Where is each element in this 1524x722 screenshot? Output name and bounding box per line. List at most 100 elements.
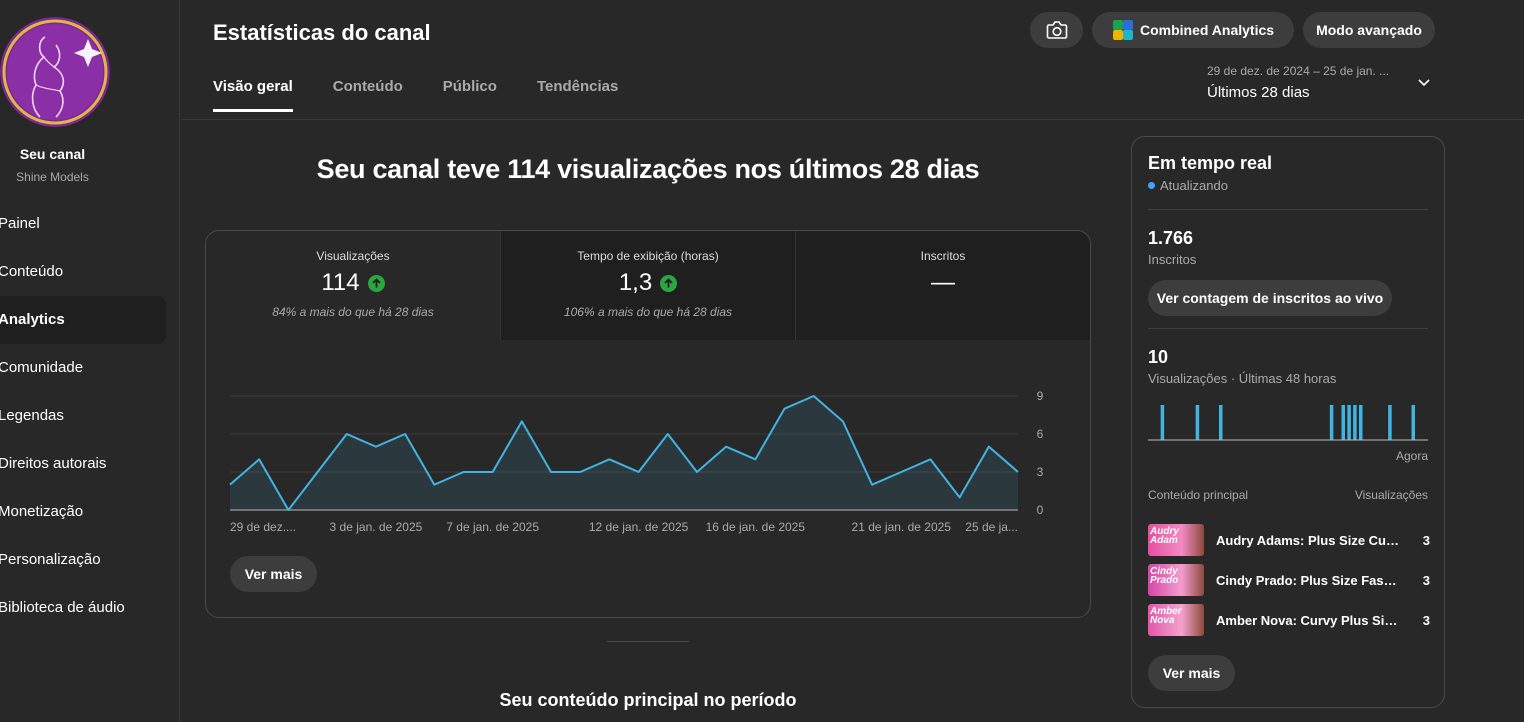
tab-bar: Visão geral Conteúdo Público Tendências [213, 78, 618, 112]
chevron-down-icon [1418, 79, 1430, 87]
live-subscriber-count-button[interactable]: Ver contagem de inscritos ao vivo [1148, 280, 1392, 316]
metric-value: — [931, 269, 955, 296]
metric-tab[interactable]: Tempo de exibição (horas) 1,3 106% a mais … [500, 231, 795, 340]
channel-logo-icon [0, 17, 110, 127]
realtime-panel: Em tempo real Atualizando 1.766 Inscrito… [1131, 136, 1445, 708]
screenshot-button[interactable] [1030, 12, 1083, 48]
divider [1148, 328, 1428, 329]
tab-2[interactable]: Público [443, 78, 497, 112]
hour-bar[interactable] [1341, 405, 1346, 440]
x-tick-label: 12 de jan. de 2025 [589, 520, 689, 534]
sidebar-item-analytics[interactable]: Analytics [0, 296, 166, 344]
x-tick-label: 21 de jan. de 2025 [852, 520, 952, 534]
realtime-title: Em tempo real [1148, 153, 1273, 173]
thumbnail-text: Cindy Prado [1150, 566, 1179, 586]
video-title: Amber Nova: Curvy Plus Size Model [1216, 612, 1400, 628]
video-title: Cindy Prado: Plus Size Fashion Model [1216, 572, 1400, 588]
hour-bar[interactable] [1359, 405, 1363, 440]
y-tick-label: 0 [1037, 503, 1044, 517]
combined-analytics-label: Combined Analytics [1139, 22, 1275, 38]
sidebar-item-legendas[interactable]: Legendas [0, 392, 166, 440]
metric-value-row: 1,3 [501, 269, 795, 297]
hour-bar[interactable] [1353, 405, 1357, 440]
x-tick-label: 7 de jan. de 2025 [446, 520, 539, 534]
hour-bar[interactable] [1388, 405, 1392, 440]
tab-3[interactable]: Tendências [537, 78, 618, 112]
metric-value-row: 114 [206, 269, 500, 297]
metric-tab[interactable]: Inscritos — [795, 231, 1090, 340]
x-tick-label: 3 de jan. de 2025 [330, 520, 423, 534]
sidebar-nav: Painel Conteúdo Analytics Comunidade Legenda… [0, 200, 180, 632]
advanced-mode-button[interactable]: Modo avançado [1303, 12, 1435, 48]
overview-see-more-button[interactable]: Ver mais [230, 556, 317, 592]
y-tick-label: 3 [1037, 465, 1044, 479]
subscriber-label: Inscritos [1148, 252, 1197, 267]
combined-analytics-logo-icon [1112, 20, 1133, 40]
series-area [230, 396, 1018, 510]
y-tick-label: 6 [1037, 427, 1044, 441]
realtime-views-label: Visualizações · Últimas 48 horas [1148, 371, 1337, 386]
realtime-see-more-label: Ver mais [1162, 665, 1221, 681]
top-content-row[interactable]: Cindy Prado Cindy Prado: Plus Size Fashio… [1148, 564, 1430, 596]
realtime-status: Atualizando [1148, 178, 1228, 193]
sidebar-item-conteudo[interactable]: Conteúdo [0, 248, 166, 296]
top-content-row[interactable]: Audry Adam Audry Adams: Plus Size Curvy M… [1148, 524, 1430, 556]
advanced-mode-label: Modo avançado [1316, 22, 1422, 38]
trend-up-icon [367, 274, 385, 292]
page-title: Estatísticas do canal [213, 20, 431, 45]
hour-bar[interactable] [1219, 405, 1223, 440]
realtime-status-text: Atualizando [1160, 178, 1228, 193]
metric-value-row: — [796, 269, 1090, 297]
live-dot-icon [1148, 182, 1155, 189]
video-thumbnail: Audry Adam [1148, 524, 1204, 556]
x-tick-label: 25 de ja... [965, 520, 1018, 534]
trend-up-icon [660, 274, 678, 292]
x-tick-label: 16 de jan. de 2025 [706, 520, 806, 534]
video-views: 3 [1422, 612, 1430, 628]
metric-note: 106% a mais do que há 28 dias [563, 305, 733, 319]
hour-bar[interactable] [1411, 405, 1416, 440]
hour-bar[interactable] [1160, 405, 1165, 440]
combined-analytics-button[interactable]: Combined Analytics [1092, 12, 1294, 48]
metric-value: 114 [321, 269, 360, 296]
top-content-row[interactable]: Amber Nova Amber Nova: Curvy Plus Size Mo… [1148, 604, 1430, 636]
x-tick-label: 29 de dez.... [230, 520, 296, 534]
date-range-picker[interactable]: 29 de dez. de 2024 – 25 de jan. ... Últi… [1207, 64, 1437, 101]
header-divider [181, 119, 1524, 120]
channel-avatar[interactable] [0, 17, 110, 127]
sidebar-item-monetizacao[interactable]: Monetização [0, 488, 166, 536]
overview-headline: Seu canal teve 114 visualizações nos últ… [316, 154, 980, 184]
top-content-header: Conteúdo principal [1148, 488, 1249, 502]
hour-bar[interactable] [1329, 405, 1334, 440]
views-header: Visualizações [1354, 488, 1428, 502]
video-thumbnail: Amber Nova [1148, 604, 1204, 636]
hour-bar[interactable] [1195, 405, 1200, 440]
date-range-text: 29 de dez. de 2024 – 25 de jan. ... [1207, 64, 1390, 78]
channel-title: Seu canal [19, 146, 86, 162]
thumbnail-text: Audry Adam [1150, 526, 1179, 546]
date-preset-text: Últimos 28 dias [1207, 84, 1310, 101]
hour-bar[interactable] [1347, 405, 1351, 440]
top-content-section-title: Seu conteúdo principal no período [499, 690, 797, 710]
metric-label: Visualizações [316, 249, 390, 263]
sidebar-item-painel[interactable]: Painel [0, 200, 166, 248]
video-views: 3 [1422, 572, 1430, 588]
tab-1[interactable]: Conteúdo [333, 78, 403, 112]
overview-see-more-label: Ver mais [244, 566, 303, 582]
sidebar-item-comunidade[interactable]: Comunidade [0, 344, 166, 392]
section-divider [607, 641, 689, 642]
divider [1148, 209, 1428, 210]
metric-note: 84% a mais do que há 28 dias [272, 305, 434, 319]
metric-tab[interactable]: Visualizações 114 84% a mais do que há 28 … [206, 231, 500, 340]
sidebar-item-direitos-autorais[interactable]: Direitos autorais [0, 440, 166, 488]
video-views: 3 [1422, 532, 1430, 548]
overview-card: Visualizações 114 84% a mais do que há 28 … [205, 230, 1091, 618]
video-title: Audry Adams: Plus Size Curvy Model [1216, 532, 1400, 548]
sidebar-item-biblioteca-de-audio[interactable]: Biblioteca de áudio [0, 584, 166, 632]
sidebar-item-personalizacao[interactable]: Personalização [0, 536, 166, 584]
views-chart: 0 3 6 9 29 de dez.... 3 de jan. de 2025 7 de j… [229, 389, 1044, 534]
tab-0[interactable]: Visão geral [213, 78, 293, 112]
realtime-see-more-button[interactable]: Ver mais [1148, 655, 1235, 691]
video-thumbnail: Cindy Prado [1148, 564, 1204, 596]
subscriber-count: 1.766 [1148, 228, 1194, 248]
